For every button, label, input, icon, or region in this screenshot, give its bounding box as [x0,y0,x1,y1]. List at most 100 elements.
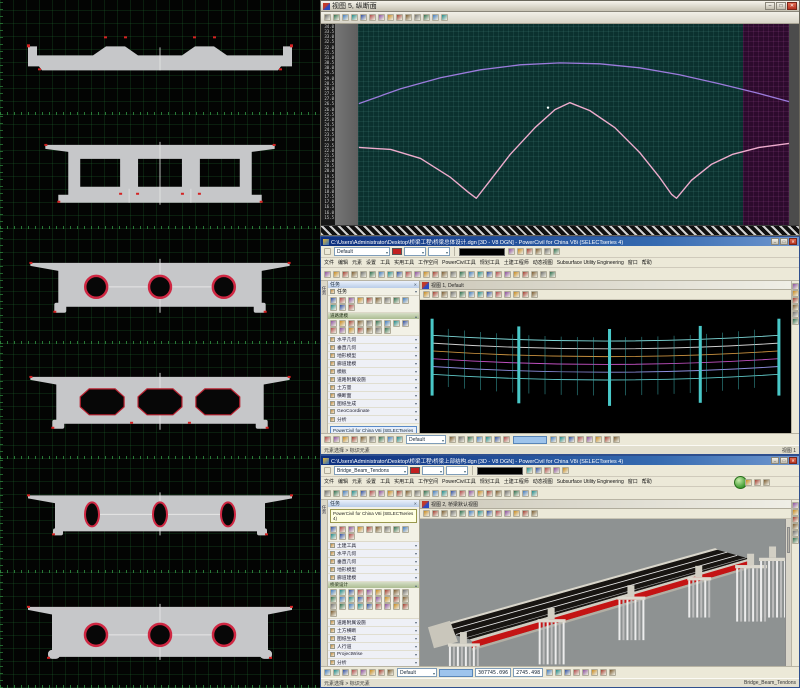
toolbar-icon[interactable] [333,271,340,278]
toolbar-icon[interactable] [330,596,337,603]
toolbar-icon[interactable] [333,490,340,497]
toolbar-icon[interactable] [459,490,466,497]
toolbar-icon[interactable] [387,490,394,497]
toolbar-icon[interactable] [423,291,430,298]
toolbar-icon[interactable] [450,271,457,278]
toolbar-icon[interactable] [366,603,373,610]
toolbar-icon[interactable] [792,297,799,304]
toolbar-icon[interactable] [745,479,752,486]
pin-icon[interactable]: ✕ [414,501,417,506]
toolbar-icon[interactable] [393,526,400,533]
toolbar-icon[interactable] [792,509,799,516]
toolbar-icon[interactable] [375,320,382,327]
menu-item[interactable]: 土建工程师 [504,478,529,485]
toolbar-icon[interactable] [486,291,493,298]
menu-item[interactable]: 工作空间 [418,259,438,266]
toolbar-icon[interactable] [441,510,448,517]
toolbar-icon[interactable] [393,596,400,603]
toolbar-icon[interactable] [360,490,367,497]
minimize-button[interactable]: – [771,457,779,464]
toolbar-icon[interactable] [414,271,421,278]
toolbar-icon[interactable] [792,304,799,311]
toolbar-icon[interactable] [375,589,382,596]
toolbar-icon[interactable] [342,14,349,21]
toolbar-icon[interactable] [495,510,502,517]
task-section[interactable]: 水平几何 ▾ [328,550,419,558]
task-section[interactable]: 图纸生成 ▾ [328,400,419,408]
toolbar-icon[interactable] [330,526,337,533]
toolbar-icon[interactable] [613,436,620,443]
toolbar-icon[interactable] [432,291,439,298]
toolbar-icon[interactable] [531,490,538,497]
toolbar-icon[interactable] [508,248,515,255]
maximize-button[interactable]: □ [780,457,788,464]
toolbar-icon[interactable] [792,523,799,530]
toolbar-icon[interactable] [393,603,400,610]
toolbar-icon[interactable] [535,467,542,474]
toolbar-icon[interactable] [348,526,355,533]
toolbar-icon[interactable] [402,603,409,610]
toolbar-icon[interactable] [357,596,364,603]
close-button[interactable]: ✕ [789,238,797,245]
snap-mode-dropdown[interactable]: Default [397,668,437,677]
toolbar-icon[interactable] [324,669,331,676]
toolbar-icon[interactable] [378,669,385,676]
model-canvas[interactable] [420,519,791,666]
toolbar-icon[interactable] [792,311,799,318]
toolbar-icon[interactable] [763,479,770,486]
toolbar-icon[interactable] [423,14,430,21]
toolbar-icon[interactable] [544,248,551,255]
toolbar-icon[interactable] [468,490,475,497]
task-section[interactable]: 地形模型 ▾ [328,352,419,360]
toolbar-icon[interactable] [513,510,520,517]
maximize-button[interactable]: □ [780,238,788,245]
toolbar-icon[interactable] [609,669,616,676]
toolbar-icon[interactable] [357,589,364,596]
close-button[interactable]: ✕ [789,457,797,464]
toolbar-icon[interactable] [324,14,331,21]
toolbar-icon[interactable] [423,490,430,497]
toolbar-icon[interactable] [369,14,376,21]
task-section[interactable]: 道路附属设施 ▾ [328,619,419,627]
toolbar-icon[interactable] [549,271,556,278]
toolbar-icon[interactable] [402,526,409,533]
toolbar-icon[interactable] [378,271,385,278]
menu-item[interactable]: 窗口 [628,478,638,485]
cross-section-viewport-1[interactable] [0,0,320,115]
toolbar-icon[interactable] [450,510,457,517]
minimize-button[interactable]: – [765,2,775,10]
toolbar-icon[interactable] [330,320,337,327]
toolbar-icon[interactable] [486,490,493,497]
toolbar-icon[interactable] [339,603,346,610]
menu-item[interactable]: 规划工具 [480,478,500,485]
toolbar-icon[interactable] [504,510,511,517]
toolbar-icon[interactable] [513,291,520,298]
toolbar-icon[interactable] [486,271,493,278]
task-section[interactable]: 廊道建模 ▾ [328,574,419,582]
toolbar-icon[interactable] [405,14,412,21]
toolbar-icon[interactable] [324,436,331,443]
cad-titlebar[interactable]: C:\Users\Administrator\Desktop\桥梁工程\桥梁总体… [321,237,799,246]
toolbar-icon[interactable] [600,669,607,676]
toolbar-icon[interactable] [441,490,448,497]
toolbar-icon[interactable] [477,291,484,298]
y-coordinate-field[interactable]: 2745.498 [513,668,543,677]
toolbar-icon[interactable] [330,327,337,334]
menu-item[interactable]: 元素 [352,259,362,266]
toolbar-icon[interactable] [402,297,409,304]
task-section[interactable]: 横断面 ▾ [328,392,419,400]
toolbar-icon[interactable] [441,14,448,21]
toolbar-icon[interactable] [517,248,524,255]
task-section[interactable]: 水平几何 ▾ [328,336,419,344]
toolbar-icon[interactable] [384,603,391,610]
toolbar-icon[interactable] [339,596,346,603]
menu-item[interactable]: 编辑 [338,259,348,266]
toolbar-icon[interactable] [378,14,385,21]
cross-section-viewport-5[interactable] [0,459,320,574]
profile-window-titlebar[interactable]: 视图 5, 纵断面 – □ ✕ [321,1,799,12]
toolbar-icon[interactable] [330,589,337,596]
toolbar-icon[interactable] [339,327,346,334]
toolbar-icon[interactable] [351,271,358,278]
toolbar-icon[interactable] [564,669,571,676]
active-level-dropdown[interactable]: Bridge_Beam_Tendons [334,466,408,475]
